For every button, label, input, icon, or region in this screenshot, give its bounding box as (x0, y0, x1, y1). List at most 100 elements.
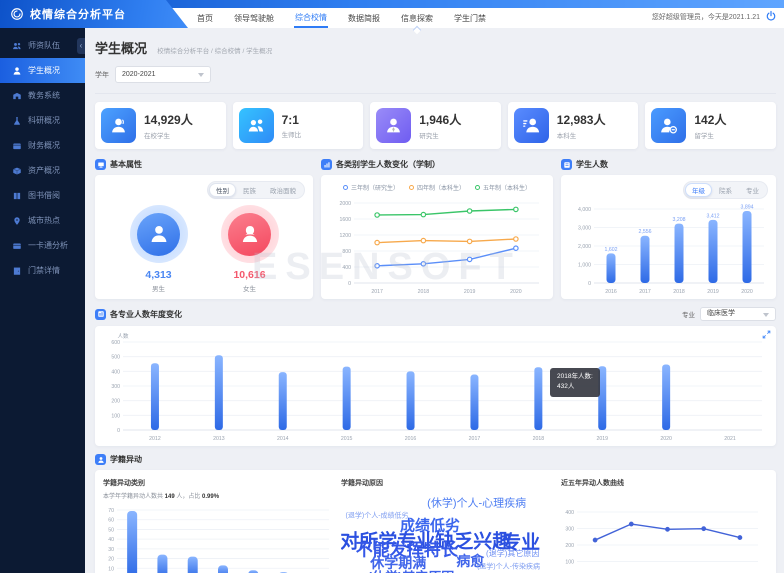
tab-政治面貌[interactable]: 政治面貌 (263, 183, 303, 197)
female-icon (228, 213, 271, 256)
svg-text:300: 300 (565, 527, 574, 533)
cloud-word: (退学)其它原因 (486, 550, 539, 558)
svg-text:2,000: 2,000 (578, 244, 591, 250)
stat-card-留学生: 142人留学生 (645, 102, 776, 149)
svg-text:30: 30 (108, 547, 114, 553)
nav-item-信息探索[interactable]: 信息探索 (400, 10, 434, 27)
sidebar-collapse-button[interactable]: ‹ (77, 38, 85, 54)
change-count: 149 (165, 494, 175, 500)
major-yearly-chart[interactable]: 0100200300400500600201220132014201520162… (99, 330, 770, 442)
stat-value: 7:1 (282, 113, 302, 127)
stat-value: 14,929人 (144, 111, 193, 128)
status-change-panel: 学籍异动 学籍异动类别 本学年学籍异动人数共 149 人，占比 0.99% 01… (95, 454, 776, 573)
svg-text:600: 600 (111, 340, 120, 346)
stat-label: 在校学生 (144, 130, 193, 140)
team-icon (12, 41, 22, 51)
year-filter-label: 学年 (95, 70, 109, 80)
power-icon[interactable] (765, 10, 777, 22)
major-yearly-title: 各专业人数年度变化 (110, 309, 182, 320)
sidebar-item-图书借阅[interactable]: 图书借阅 (0, 183, 85, 208)
filter-row: 学年 2020-2021 (95, 66, 776, 94)
tab-性别[interactable]: 性别 (209, 183, 236, 197)
sidebar-item-门禁详情[interactable]: 门禁详情 (0, 258, 85, 283)
male-label: 男生 (152, 283, 165, 293)
sidebar-item-教务系统[interactable]: 教务系统 (0, 83, 85, 108)
location-pin-icon (12, 216, 22, 226)
main-content: 学生概况 校情综合分析平台 / 综合校情 / 学生概况 学年 2020-2021… (85, 28, 784, 573)
svg-text:3,000: 3,000 (578, 226, 591, 232)
svg-text:2019: 2019 (707, 289, 719, 295)
major-select[interactable]: 临床医学 (700, 307, 776, 321)
school-system-title: 各类别学生人数变化（学制） (336, 159, 440, 170)
svg-text:2000: 2000 (339, 201, 351, 207)
basic-attributes-icon (95, 159, 106, 170)
svg-text:200: 200 (111, 399, 120, 405)
major-yearly-panel: 各专业人数年度变化 专业 临床医学 0100200300400500600201… (95, 307, 776, 446)
change-reason-section: 学籍异动原因 (休学)个人-心理疾病(退学)个人-成绩低劣成绩低劣对所学专业缺乏… (341, 478, 553, 573)
change-trend-section: 近五年异动人数曲线 010020030040020162017201820192… (561, 478, 768, 573)
student-count-chart[interactable]: 01,0002,0003,0004,00020161,60220172,5562… (569, 199, 768, 295)
nav-item-综合校情[interactable]: 综合校情 (294, 9, 328, 28)
sidebar: ‹ 师资队伍学生概况教务系统科研概况财务概况资产概况图书借阅城市热点一卡通分析门… (0, 28, 85, 573)
graduate-icon (376, 108, 411, 143)
sidebar-item-学生概况[interactable]: 学生概况 (0, 58, 85, 83)
svg-text:3,412: 3,412 (707, 213, 720, 219)
page-title: 学生概况 (95, 38, 147, 57)
user-greeting: 您好超级管理员，今天是2021.1.21 (652, 12, 760, 22)
svg-text:2012: 2012 (149, 436, 161, 442)
sidebar-item-资产概况[interactable]: 资产概况 (0, 158, 85, 183)
sidebar-item-一卡通分析[interactable]: 一卡通分析 (0, 233, 85, 258)
education-icon (12, 91, 22, 101)
svg-text:2021: 2021 (724, 436, 736, 442)
svg-text:1,602: 1,602 (605, 247, 618, 253)
change-pct: 0.99% (202, 494, 219, 500)
svg-text:3,208: 3,208 (673, 217, 686, 223)
svg-text:0: 0 (117, 428, 120, 434)
title-row: 学生概况 校情综合分析平台 / 综合校情 / 学生概况 (95, 38, 776, 57)
cloud-word: (退学)个人-传染疾病 (477, 564, 540, 571)
female-label: 女生 (243, 283, 256, 293)
svg-text:400: 400 (565, 510, 574, 516)
svg-text:2018: 2018 (533, 436, 545, 442)
nav-item-领导驾驶舱[interactable]: 领导驾驶舱 (233, 10, 275, 27)
year-select[interactable]: 2020-2021 (115, 66, 211, 83)
stat-card-本科生: 12,983人本科生 (508, 102, 639, 149)
svg-text:10: 10 (108, 566, 114, 572)
stat-card-研究生: 1,946人研究生 (370, 102, 501, 149)
overview-panels: 基本属性 性别民族政治面貌 4,313 男生 (95, 159, 776, 299)
student-count-icon (561, 159, 572, 170)
door-icon (12, 266, 22, 276)
sidebar-item-财务概况[interactable]: 财务概况 (0, 133, 85, 158)
svg-text:2020: 2020 (741, 289, 753, 295)
nav-item-学生门禁[interactable]: 学生门禁 (453, 10, 487, 27)
change-trend-chart[interactable]: 010020030040020162017201820192020 (561, 504, 768, 573)
undergraduate-icon (514, 108, 549, 143)
tab-专业[interactable]: 专业 (739, 183, 766, 197)
svg-text:400: 400 (111, 369, 120, 375)
sidebar-item-科研概况[interactable]: 科研概况 (0, 108, 85, 133)
asset-icon (12, 166, 22, 176)
svg-text:3,894: 3,894 (741, 204, 754, 210)
basic-attributes-title: 基本属性 (110, 159, 142, 170)
stat-value: 12,983人 (557, 111, 606, 128)
change-category-chart[interactable]: 010203040506070转专业休学退学持续休学 (103, 504, 333, 573)
school-system-chart[interactable]: 04008001200160020002017201820192020 (329, 199, 545, 295)
legend-item: 三年制（研究生） (343, 183, 399, 192)
stat-label: 本科生 (557, 130, 606, 140)
stat-label: 留学生 (694, 130, 726, 140)
tab-民族[interactable]: 民族 (236, 183, 263, 197)
tab-院系[interactable]: 院系 (712, 183, 739, 197)
stat-card-在校学生: 14,929人在校学生 (95, 102, 226, 149)
nav-item-数据简报[interactable]: 数据简报 (347, 10, 381, 27)
breadcrumb: 校情综合分析平台 / 综合校情 / 学生概况 (157, 48, 272, 55)
tab-年级[interactable]: 年级 (685, 183, 712, 197)
status-change-title: 学籍异动 (110, 454, 142, 465)
sidebar-item-师资队伍[interactable]: 师资队伍 (0, 33, 85, 58)
cloud-word: (休学)个人-心理疾病 (427, 499, 526, 510)
svg-text:2020: 2020 (660, 436, 672, 442)
nav-item-首页[interactable]: 首页 (196, 10, 214, 27)
word-cloud[interactable]: (休学)个人-心理疾病(退学)个人-成绩低劣成绩低劣对所学专业缺乏兴趣不能发挥特… (341, 492, 553, 573)
status-change-icon (95, 454, 106, 465)
sidebar-item-城市热点[interactable]: 城市热点 (0, 208, 85, 233)
change-category-title: 学籍异动类别 (103, 478, 333, 488)
